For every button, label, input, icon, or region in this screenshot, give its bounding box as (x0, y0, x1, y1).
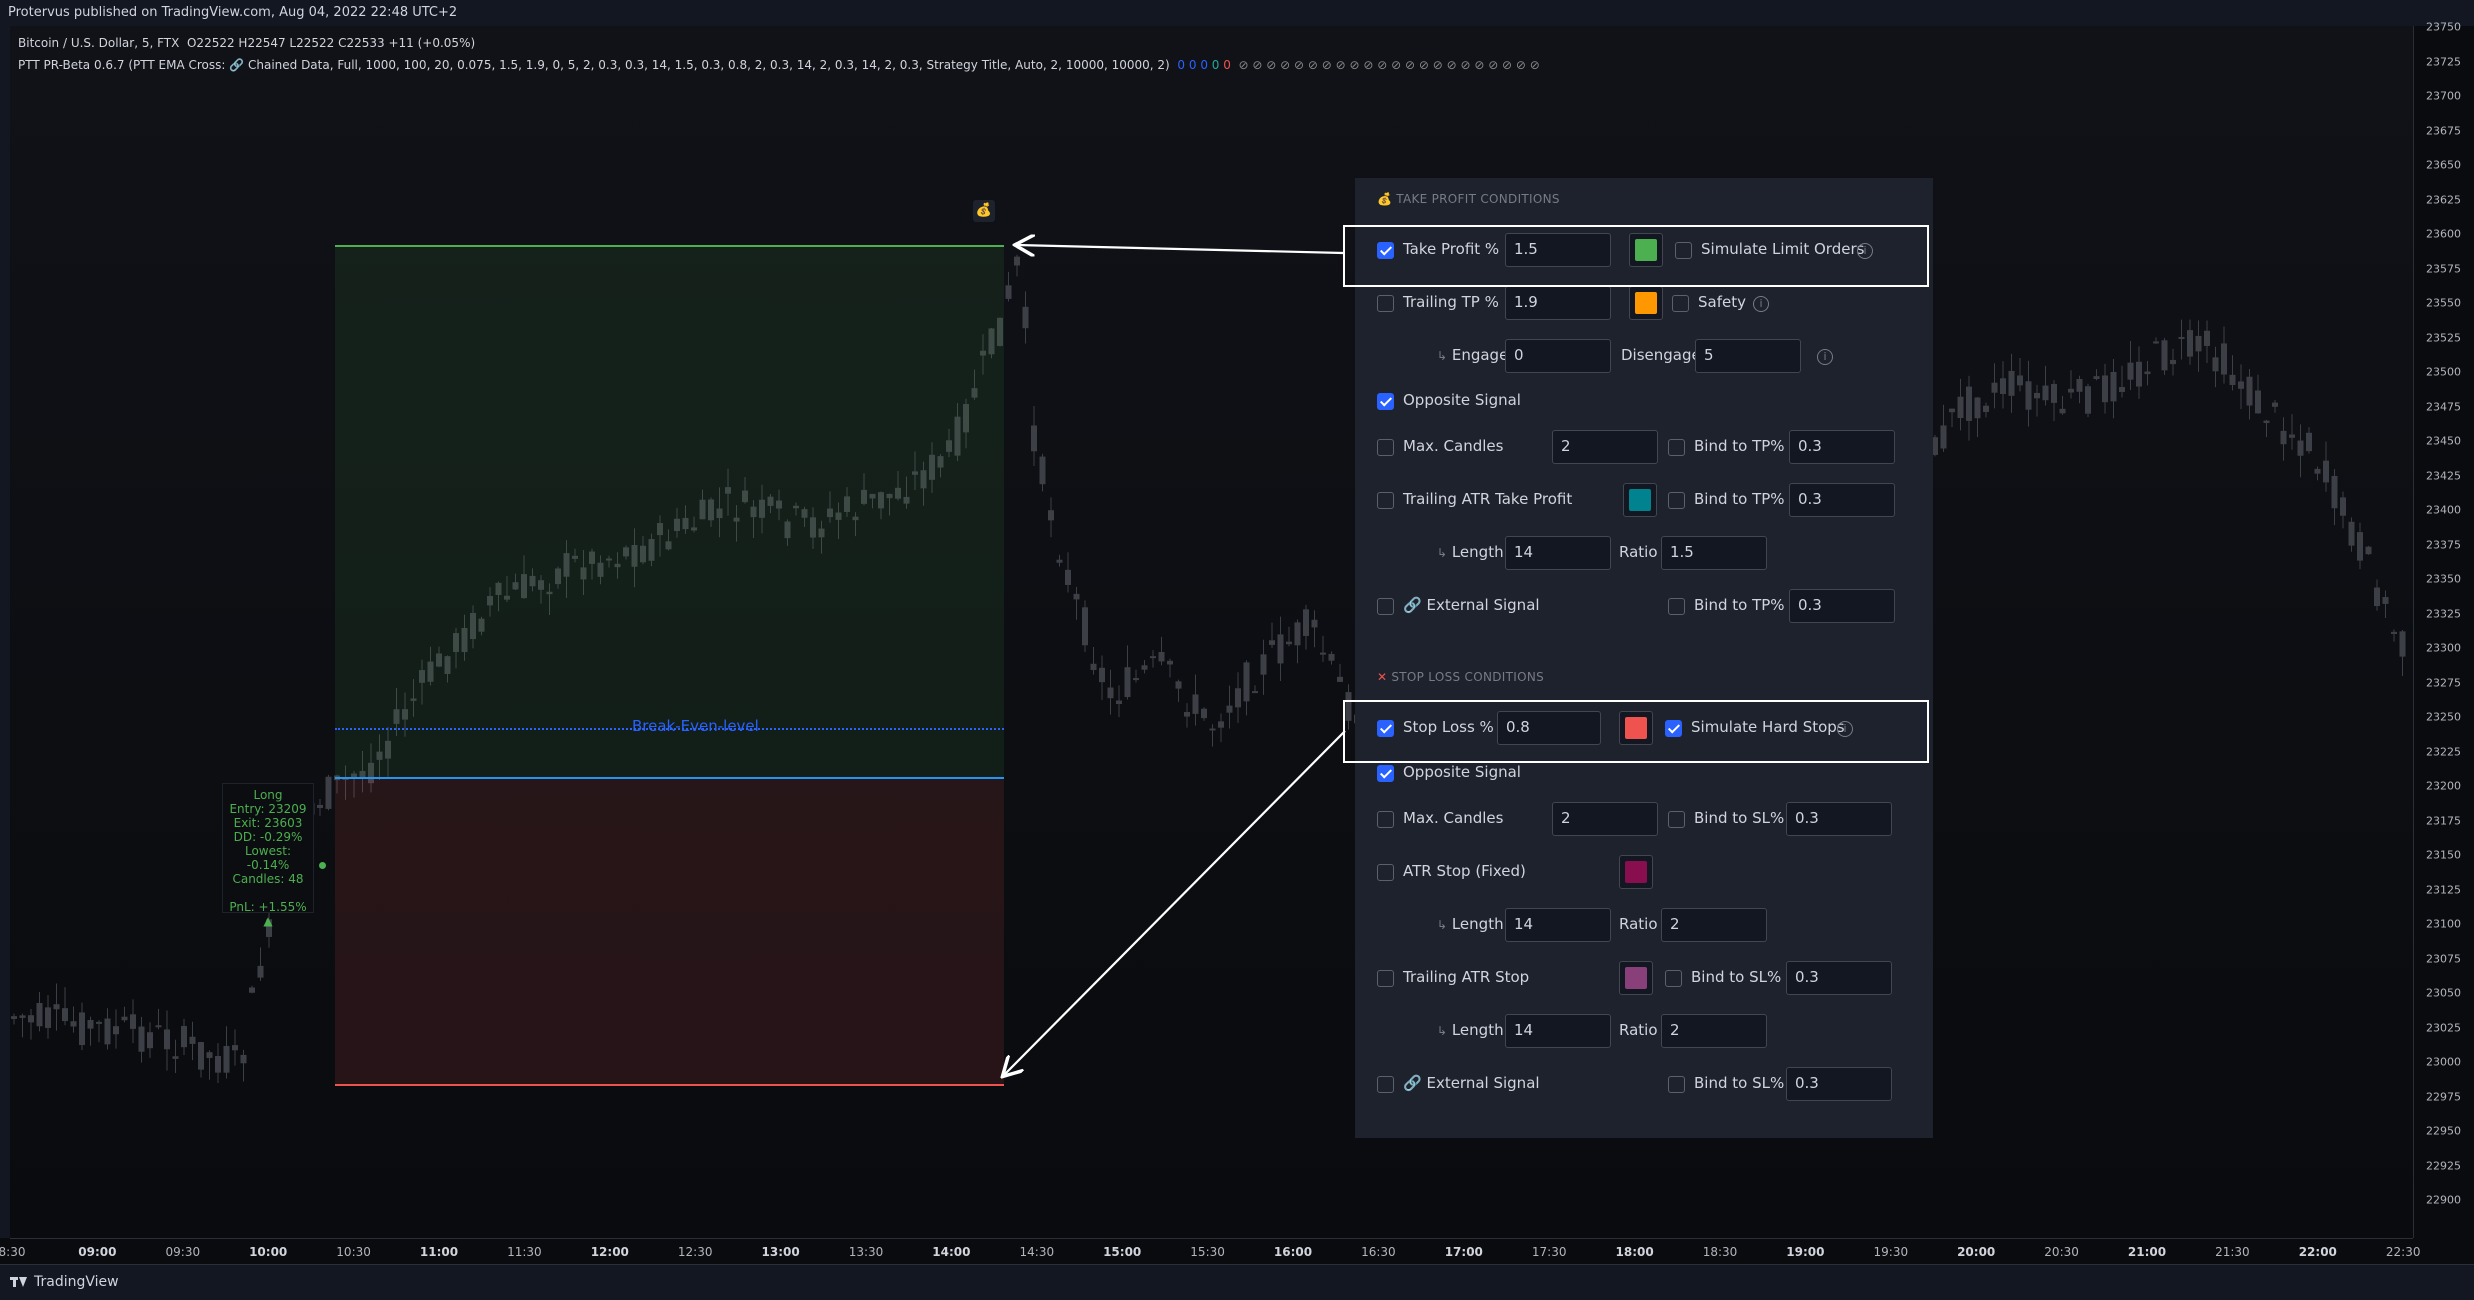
tradingview-logo-icon (10, 1277, 28, 1287)
brand-name: TradingView (34, 1274, 119, 1290)
footer: TradingView (0, 1264, 2474, 1300)
tradingview-brand[interactable]: TradingView (10, 1274, 119, 1290)
annotation-arrows (0, 0, 1346, 1299)
